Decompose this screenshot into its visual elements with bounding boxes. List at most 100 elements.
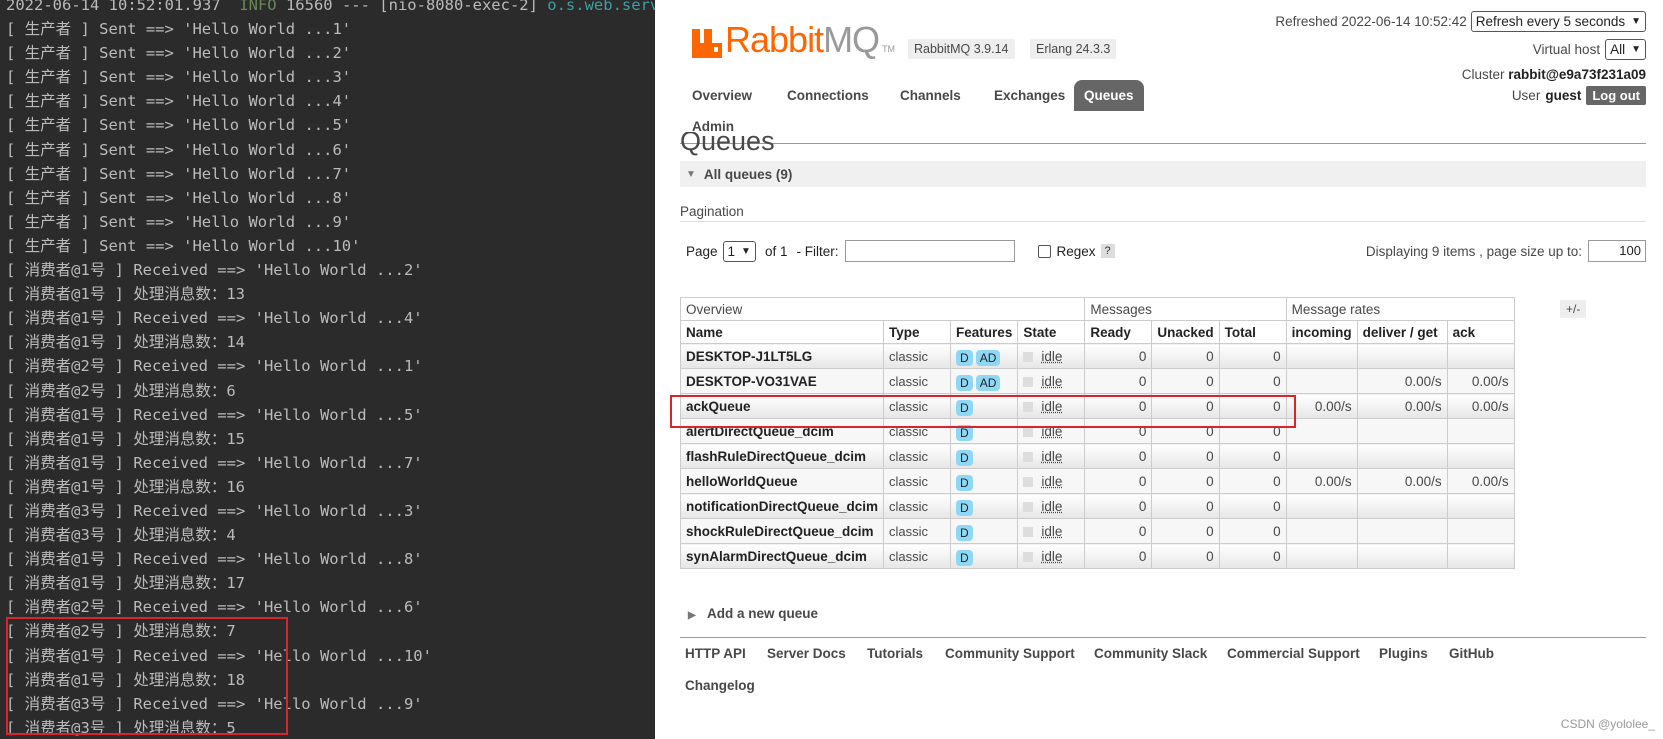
- logo-wordmark: RabbitMQ: [725, 19, 880, 60]
- column-toggle-button[interactable]: +/-: [1560, 300, 1587, 318]
- footer-link-plugins[interactable]: Plugins: [1379, 646, 1428, 661]
- column-header-incoming[interactable]: incoming: [1285, 320, 1358, 344]
- column-header-total[interactable]: Total: [1218, 320, 1287, 344]
- cell-name[interactable]: DESKTOP-VO31VAE: [679, 368, 885, 394]
- console-line: [ 消费者@1号 ] 处理消息数：13: [6, 285, 245, 304]
- cluster-label: Cluster: [1461, 67, 1505, 82]
- cell-incoming: 0.00/s: [1285, 393, 1358, 419]
- console-line: [ 消费者@1号 ] Received ==> 'Hello World ...…: [6, 261, 423, 280]
- cluster-info: Cluster rabbit@e9a73f231a09: [1462, 67, 1646, 82]
- cell-unacked: 0: [1151, 393, 1220, 419]
- console-line: [ 生产者 ] Sent ==> 'Hello World ...7': [6, 164, 352, 183]
- refresh-interval-select[interactable]: Refresh every 5 seconds ▼: [1470, 11, 1646, 32]
- footer-link-community-slack[interactable]: Community Slack: [1094, 646, 1207, 661]
- tab-exchanges[interactable]: Exchanges: [984, 80, 1075, 111]
- state-label: idle: [1041, 373, 1063, 389]
- column-header-ack[interactable]: ack: [1446, 320, 1515, 344]
- cell-name[interactable]: helloWorldQueue: [679, 468, 885, 494]
- tab-channels[interactable]: Channels: [890, 80, 971, 111]
- group-messages-header: Messages: [1084, 297, 1287, 321]
- tab-queues[interactable]: Queues: [1074, 80, 1144, 111]
- logout-button[interactable]: Log out: [1586, 86, 1646, 105]
- console-line: [ 消费者@3号 ] 处理消息数：4: [6, 526, 236, 545]
- filter-label: - Filter:: [796, 243, 839, 259]
- footer-link-http-api[interactable]: HTTP API: [685, 646, 746, 661]
- cell-deliver: [1356, 443, 1448, 469]
- table-row[interactable]: alertDirectQueue_dcim classic Didle 0 0 0: [679, 418, 1515, 444]
- console-line: [ 生产者 ] Sent ==> 'Hello World ...5': [6, 116, 352, 135]
- footer-link-changelog[interactable]: Changelog: [685, 678, 755, 693]
- cell-type: classic: [883, 393, 952, 419]
- column-header-deliver-get[interactable]: deliver / get: [1356, 320, 1448, 344]
- table-row[interactable]: DESKTOP-VO31VAE classic D AD idle 0 0 0 0.00/s 0.…: [679, 368, 1515, 394]
- rabbitmq-logo[interactable]: RabbitMQ TM: [692, 22, 895, 58]
- footer-link-server-docs[interactable]: Server Docs: [767, 646, 846, 661]
- console-line: [ 生产者 ] Sent ==> 'Hello World ...4': [6, 92, 352, 111]
- footer-link-github[interactable]: GitHub: [1449, 646, 1494, 661]
- table-row[interactable]: helloWorldQueue classic Didle 0 0 0 0.00/s 0.00…: [679, 468, 1515, 494]
- feature-badge: D: [956, 474, 973, 491]
- table-row[interactable]: ackQueue classic Didle 0 0 0 0.00/s 0.00/s 0.00/…: [679, 393, 1515, 419]
- cell-incoming: [1285, 518, 1358, 544]
- regex-checkbox[interactable]: [1038, 244, 1052, 258]
- triangle-down-icon: ▼: [686, 168, 696, 180]
- all-queues-section-toggle[interactable]: ▼ All queues (9): [680, 161, 1646, 187]
- cell-unacked: 0: [1151, 493, 1220, 519]
- cell-name[interactable]: shockRuleDirectQueue_dcim: [679, 518, 885, 544]
- cell-name[interactable]: synAlarmDirectQueue_dcim: [679, 543, 885, 569]
- table-row[interactable]: synAlarmDirectQueue_dcim classic Didle 0 0 0: [679, 543, 1515, 569]
- cell-name[interactable]: notificationDirectQueue_dcim: [679, 493, 885, 519]
- regex-help-button[interactable]: ?: [1100, 244, 1115, 258]
- cell-features: D: [950, 468, 1019, 494]
- cell-name[interactable]: ackQueue: [679, 393, 885, 419]
- filter-input[interactable]: [845, 240, 1016, 262]
- tab-connections[interactable]: Connections: [777, 80, 879, 111]
- cell-total: 0: [1218, 343, 1287, 369]
- virtual-host-select[interactable]: All ▼: [1605, 39, 1646, 60]
- user-info: User guest Log out: [1512, 86, 1646, 105]
- cell-name[interactable]: DESKTOP-J1LT5LG: [679, 343, 885, 369]
- cell-features: D: [950, 443, 1019, 469]
- column-header-unacked[interactable]: Unacked: [1151, 320, 1220, 344]
- displaying-items-label: Displaying 9 items , page size up to:: [1365, 243, 1582, 259]
- column-header-features[interactable]: Features: [950, 320, 1019, 344]
- page-select[interactable]: 1 ▼: [722, 240, 756, 262]
- cell-type: classic: [883, 343, 952, 369]
- column-header-ready[interactable]: Ready: [1084, 320, 1153, 344]
- console-line: [ 生产者 ] Sent ==> 'Hello World ...2': [6, 44, 352, 63]
- add-queue-section-toggle[interactable]: ▶ Add a new queue: [688, 606, 818, 621]
- console-line: [ 消费者@3号 ] 处理消息数：5: [6, 718, 236, 737]
- rabbitmq-version-badge: RabbitMQ 3.9.14: [908, 39, 1015, 59]
- column-header-type[interactable]: Type: [883, 320, 952, 344]
- footer-link-commercial-support[interactable]: Commercial Support: [1227, 646, 1360, 661]
- page-size-input[interactable]: 100: [1588, 240, 1646, 262]
- table-row[interactable]: flashRuleDirectQueue_dcim classic Didle 0 0 0: [679, 443, 1515, 469]
- feature-badge: AD: [975, 374, 1001, 391]
- cell-name[interactable]: alertDirectQueue_dcim: [679, 418, 885, 444]
- table-row[interactable]: DESKTOP-J1LT5LG classic D AD idle 0 0 0: [679, 343, 1515, 369]
- cell-name[interactable]: flashRuleDirectQueue_dcim: [679, 443, 885, 469]
- console-pane[interactable]: 2022-06-14 10:52:01.937 INFO 16560 --- […: [0, 0, 655, 739]
- cell-unacked: 0: [1151, 468, 1220, 494]
- console-line: [ 生产者 ] Sent ==> 'Hello World ...10': [6, 236, 361, 255]
- column-header-name[interactable]: Name: [679, 320, 885, 344]
- pagination-label: Pagination: [680, 204, 744, 219]
- feature-badge: D: [956, 349, 973, 366]
- chevron-down-icon: ▼: [741, 245, 751, 257]
- queues-table-body: DESKTOP-J1LT5LG classic D AD idle 0 0 0 DESKTOP-…: [679, 343, 1515, 569]
- cell-features: D: [950, 543, 1019, 569]
- footer-link-community-support[interactable]: Community Support: [945, 646, 1075, 661]
- refresh-controls: Refreshed 2022-06-14 10:52:42 Refresh ev…: [1275, 11, 1646, 32]
- state-indicator-icon: [1023, 351, 1034, 362]
- cell-ready: 0: [1084, 493, 1153, 519]
- queues-table: Overview Messages Message rates Name Typ…: [679, 297, 1515, 569]
- regex-label: Regex: [1056, 243, 1096, 259]
- column-header-state[interactable]: State: [1017, 320, 1086, 344]
- cell-ack: [1446, 343, 1515, 369]
- cell-ready: 0: [1084, 393, 1153, 419]
- state-indicator-icon: [1023, 501, 1034, 512]
- tab-overview[interactable]: Overview: [682, 80, 762, 111]
- table-row[interactable]: shockRuleDirectQueue_dcim classic Didle 0 0 0: [679, 518, 1515, 544]
- footer-link-tutorials[interactable]: Tutorials: [867, 646, 923, 661]
- table-row[interactable]: notificationDirectQueue_dcim classic Didle…: [679, 493, 1515, 519]
